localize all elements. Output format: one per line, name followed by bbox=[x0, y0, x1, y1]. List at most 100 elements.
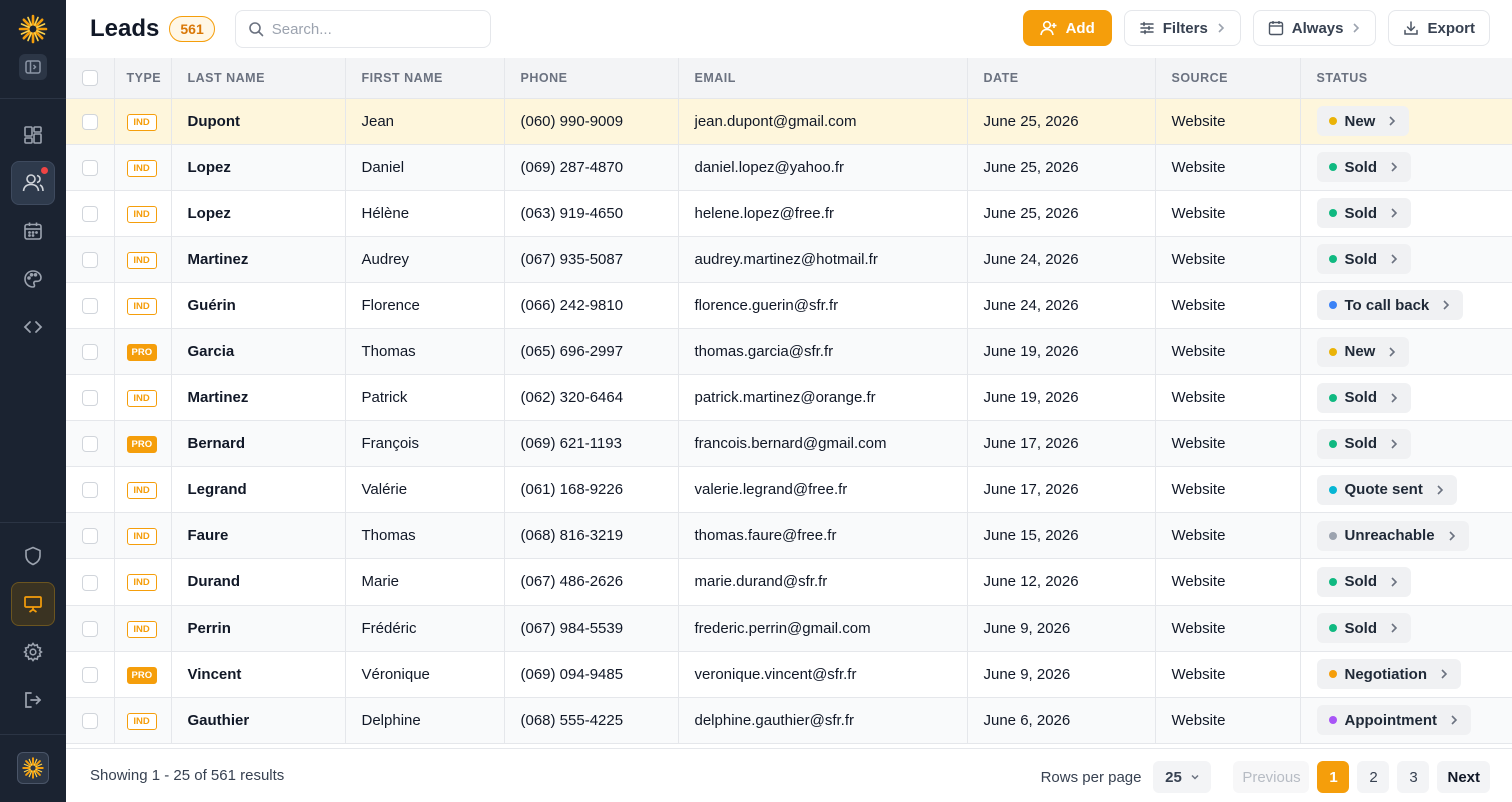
table-row[interactable]: IND Dupont Jean (060) 990-9009 jean.dupont@g… bbox=[66, 98, 1512, 145]
last-name-cell: Lopez bbox=[171, 144, 346, 191]
first-name-cell: Patrick bbox=[345, 374, 505, 422]
logo-icon[interactable] bbox=[16, 12, 50, 46]
email-cell: marie.durand@sfr.fr bbox=[678, 558, 968, 606]
row-checkbox[interactable] bbox=[81, 620, 98, 637]
sidebar-toggle-icon[interactable] bbox=[19, 54, 47, 80]
table-row[interactable]: IND Legrand Valérie (061) 168-9226 valerie.l… bbox=[66, 466, 1512, 514]
status-pill[interactable]: Sold bbox=[1316, 428, 1411, 459]
email-cell: thomas.faure@free.fr bbox=[678, 512, 968, 560]
search-box[interactable] bbox=[234, 10, 491, 48]
column-header-phone[interactable]: PHONE bbox=[504, 58, 679, 99]
avatar[interactable] bbox=[17, 752, 49, 784]
nav-calendar[interactable] bbox=[11, 209, 55, 253]
select-all-checkbox[interactable] bbox=[81, 69, 98, 86]
export-button[interactable]: Export bbox=[1388, 10, 1490, 46]
column-header-first-name[interactable]: FIRST NAME bbox=[345, 58, 505, 99]
source-cell: Website bbox=[1155, 98, 1301, 145]
row-select-cell bbox=[66, 651, 115, 698]
nav-settings[interactable] bbox=[11, 630, 55, 674]
type-badge: IND bbox=[126, 390, 157, 408]
type-cell: PRO bbox=[114, 651, 172, 698]
status-pill[interactable]: Sold bbox=[1316, 566, 1411, 597]
nav-palette[interactable] bbox=[11, 257, 55, 301]
status-pill[interactable]: Sold bbox=[1316, 613, 1411, 644]
row-checkbox[interactable] bbox=[81, 205, 98, 222]
row-checkbox[interactable] bbox=[81, 390, 98, 407]
status-pill[interactable]: Sold bbox=[1316, 152, 1411, 183]
status-pill[interactable]: To call back bbox=[1316, 290, 1464, 321]
column-header-source[interactable]: SOURCE bbox=[1155, 58, 1301, 99]
column-header-status[interactable]: STATUS bbox=[1300, 58, 1512, 99]
row-checkbox[interactable] bbox=[81, 666, 98, 683]
column-header-last-name[interactable]: LAST NAME bbox=[171, 58, 346, 99]
calendar-icon bbox=[24, 222, 42, 240]
table-row[interactable]: IND Martinez Audrey (067) 935-5087 audrey.ma… bbox=[66, 236, 1512, 283]
nav-leads[interactable] bbox=[11, 161, 55, 205]
phone-cell: (065) 696-2997 bbox=[504, 328, 679, 376]
column-header-email[interactable]: EMAIL bbox=[678, 58, 968, 99]
row-checkbox[interactable] bbox=[81, 297, 98, 314]
row-checkbox[interactable] bbox=[81, 159, 98, 176]
source-cell: Website bbox=[1155, 282, 1301, 329]
next-page-button[interactable]: Next bbox=[1437, 761, 1490, 793]
palette-icon bbox=[24, 270, 42, 288]
page-2-button[interactable]: 2 bbox=[1357, 761, 1390, 793]
date-range-button[interactable]: Always bbox=[1252, 10, 1377, 46]
table-header-row: TYPE LAST NAME FIRST NAME PHONE EMAIL DA… bbox=[66, 58, 1512, 99]
email-cell: frederic.perrin@gmail.com bbox=[678, 605, 968, 652]
row-checkbox[interactable] bbox=[81, 436, 98, 453]
row-checkbox[interactable] bbox=[81, 113, 98, 130]
date-cell: June 9, 2026 bbox=[967, 651, 1156, 698]
row-checkbox[interactable] bbox=[81, 482, 98, 499]
row-checkbox[interactable] bbox=[81, 251, 98, 268]
add-button[interactable]: Add bbox=[1022, 10, 1112, 46]
source-cell: Website bbox=[1155, 558, 1301, 606]
nav-dashboard[interactable] bbox=[11, 113, 55, 157]
type-cell: IND bbox=[114, 236, 172, 283]
status-pill[interactable]: Sold bbox=[1316, 382, 1411, 413]
table-row[interactable]: PRO Garcia Thomas (065) 696-2997 thomas.garc… bbox=[66, 328, 1512, 376]
chevron-right-icon bbox=[1437, 485, 1443, 495]
status-pill[interactable]: New bbox=[1316, 336, 1410, 367]
source-cell: Website bbox=[1155, 374, 1301, 422]
status-pill[interactable]: New bbox=[1316, 106, 1410, 137]
table-row[interactable]: IND Guérin Florence (066) 242-9810 florence.… bbox=[66, 282, 1512, 329]
nav-security[interactable] bbox=[11, 534, 55, 578]
table-row[interactable]: IND Lopez Hélène (063) 919-4650 helene.lopez… bbox=[66, 190, 1512, 237]
page-1-button[interactable]: 1 bbox=[1317, 761, 1350, 793]
export-button-label: Export bbox=[1427, 19, 1475, 37]
source-cell: Website bbox=[1155, 144, 1301, 191]
column-header-type[interactable]: TYPE bbox=[114, 58, 172, 99]
email-cell: valerie.legrand@free.fr bbox=[678, 466, 968, 514]
table-row[interactable]: IND Lopez Daniel (069) 287-4870 daniel.lopez… bbox=[66, 144, 1512, 191]
nav-logout[interactable] bbox=[11, 678, 55, 722]
status-pill[interactable]: Quote sent bbox=[1316, 474, 1457, 505]
column-header-date[interactable]: DATE bbox=[967, 58, 1156, 99]
page-3-button[interactable]: 3 bbox=[1397, 761, 1430, 793]
nav-code[interactable] bbox=[11, 305, 55, 349]
table-row[interactable]: PRO Bernard François (069) 621-1193 francois… bbox=[66, 420, 1512, 468]
search-input[interactable] bbox=[271, 20, 472, 38]
status-pill[interactable]: Sold bbox=[1316, 198, 1411, 229]
row-checkbox[interactable] bbox=[81, 574, 98, 591]
type-badge: IND bbox=[126, 528, 157, 546]
table-row[interactable]: PRO Vincent Véronique (069) 094-9485 veroniq… bbox=[66, 651, 1512, 698]
table-row[interactable]: IND Durand Marie (067) 486-2626 marie.durand… bbox=[66, 558, 1512, 606]
table-row[interactable]: IND Perrin Frédéric (067) 984-5539 frederic.… bbox=[66, 605, 1512, 652]
status-pill[interactable]: Appointment bbox=[1316, 705, 1471, 736]
table-row[interactable]: IND Martinez Patrick (062) 320-6464 patrick.… bbox=[66, 374, 1512, 422]
rows-per-page-select[interactable]: 25 bbox=[1153, 761, 1212, 793]
previous-page-button[interactable]: Previous bbox=[1233, 761, 1310, 793]
row-checkbox[interactable] bbox=[81, 528, 98, 545]
status-pill[interactable]: Negotiation bbox=[1316, 659, 1461, 690]
row-checkbox[interactable] bbox=[81, 712, 98, 729]
status-pill[interactable]: Unreachable bbox=[1316, 520, 1469, 551]
row-checkbox[interactable] bbox=[81, 344, 98, 361]
status-pill[interactable]: Sold bbox=[1316, 244, 1411, 275]
date-cell: June 12, 2026 bbox=[967, 558, 1156, 606]
table-row[interactable]: IND Faure Thomas (068) 816-3219 thomas.faure… bbox=[66, 512, 1512, 560]
phone-cell: (066) 242-9810 bbox=[504, 282, 679, 329]
nav-presentation[interactable] bbox=[11, 582, 55, 626]
table-row[interactable]: IND Gauthier Delphine (068) 555-4225 delphin… bbox=[66, 697, 1512, 744]
filters-button[interactable]: Filters bbox=[1123, 10, 1241, 46]
